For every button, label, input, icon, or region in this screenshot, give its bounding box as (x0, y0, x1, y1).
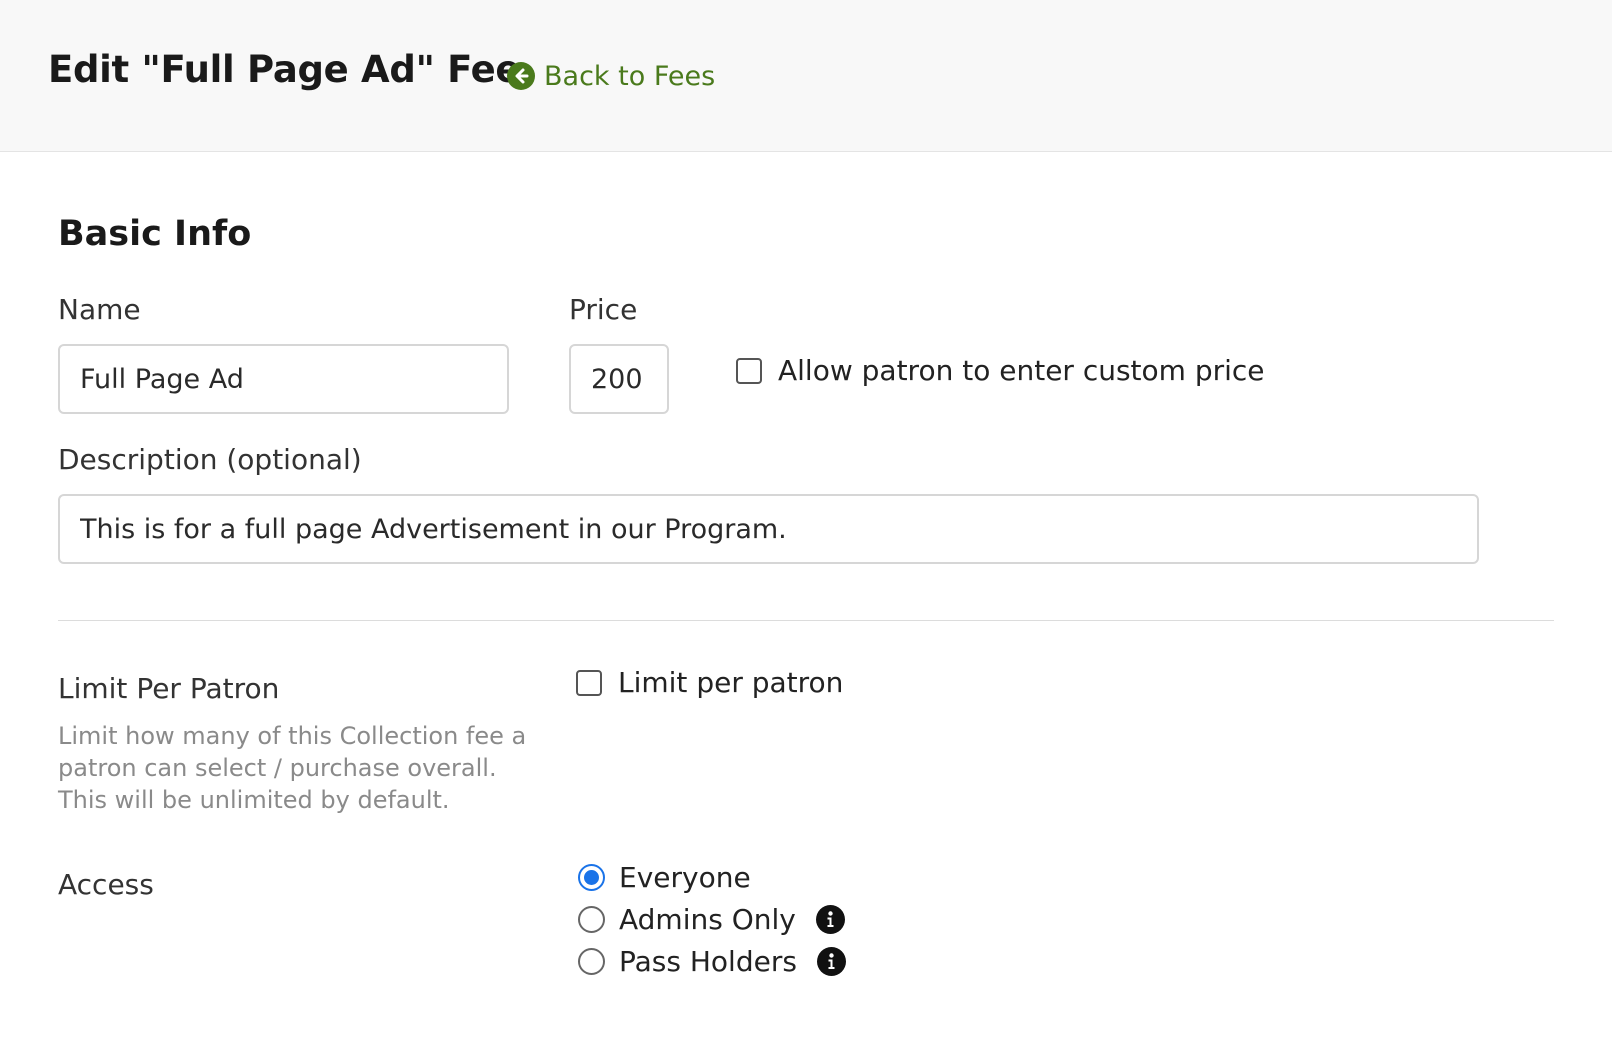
page-title: Edit "Full Page Ad" Fee (48, 48, 521, 91)
back-to-fees-link[interactable]: Back to Fees (507, 59, 715, 93)
description-label: Description (optional) (58, 443, 362, 476)
info-circle-icon[interactable] (816, 947, 846, 976)
access-option-pass-holders[interactable]: Pass Holders (578, 945, 846, 978)
price-label: Price (569, 293, 638, 326)
price-input[interactable] (569, 344, 669, 414)
admins-only-label: Admins Only (619, 903, 796, 936)
limit-per-patron-help: Limit how many of this Collection fee a … (58, 722, 527, 814)
everyone-label: Everyone (619, 861, 751, 894)
access-title: Access (58, 868, 154, 901)
back-link-label: Back to Fees (544, 60, 716, 92)
name-input[interactable] (58, 344, 509, 414)
pass-holders-label: Pass Holders (619, 945, 797, 978)
admins-only-radio[interactable] (578, 906, 605, 933)
name-label: Name (58, 293, 141, 326)
arrow-circle-left-icon (507, 62, 535, 90)
limit-per-patron-checkbox[interactable]: Limit per patron (576, 666, 843, 699)
page-header: Edit "Full Page Ad" Fee Back to Fees (0, 0, 1612, 152)
description-input[interactable] (58, 494, 1479, 564)
everyone-radio[interactable] (578, 864, 605, 891)
limit-per-patron-title: Limit Per Patron (58, 672, 280, 705)
custom-price-label: Allow patron to enter custom price (778, 354, 1265, 387)
info-circle-icon[interactable] (815, 905, 845, 934)
access-option-everyone[interactable]: Everyone (578, 861, 751, 894)
custom-price-checkbox[interactable]: Allow patron to enter custom price (736, 354, 1265, 387)
limit-per-patron-label: Limit per patron (618, 666, 844, 699)
section-divider (58, 620, 1554, 621)
limit-per-patron-checkbox-box[interactable] (576, 669, 602, 696)
access-option-admins-only[interactable]: Admins Only (578, 903, 845, 936)
pass-holders-radio[interactable] (578, 948, 605, 975)
custom-price-checkbox-box[interactable] (736, 357, 762, 384)
basic-info-heading: Basic Info (58, 214, 252, 254)
